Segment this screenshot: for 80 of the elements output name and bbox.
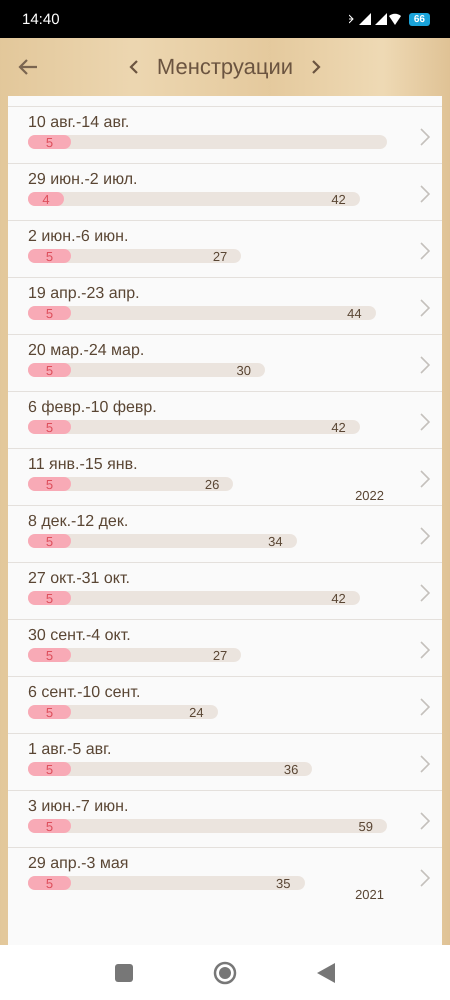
chevron-right-icon — [420, 356, 430, 374]
date-range: 6 сент.-10 сент. — [28, 684, 142, 702]
signal-icon — [348, 12, 401, 26]
cycle-length: 59 — [358, 818, 374, 834]
chevron-right-icon — [420, 755, 430, 773]
chevron-right-icon — [420, 527, 430, 545]
period-row[interactable]: 29 апр.-3 мая 5 35 2021 — [8, 847, 442, 904]
period-row[interactable]: 3 июн.-7 июн. 5 59 — [8, 790, 442, 847]
year-label: 2021 — [355, 887, 384, 902]
period-length: 5 — [46, 648, 54, 662]
date-range: 1 авг.-5 авг. — [28, 741, 112, 759]
date-range: 27 окт.-31 окт. — [28, 570, 131, 588]
status-time: 14:40 — [22, 10, 60, 28]
period-length: 4 — [42, 192, 50, 206]
screen-title: Менструации — [156, 54, 294, 80]
cycle-length: 44 — [347, 306, 363, 320]
date-range: 3 июн.-7 июн. — [28, 798, 130, 816]
cycle-length: 34 — [268, 534, 284, 548]
cycle-length: 42 — [331, 590, 347, 606]
period-row[interactable]: 19 апр.-23 апр. 5 44 — [8, 277, 442, 334]
cycle-length: 42 — [331, 192, 347, 206]
period-row[interactable]: 20 мар.-24 мар. 5 30 — [8, 334, 442, 391]
cycle-length: 35 — [276, 876, 292, 890]
period-length: 5 — [46, 590, 54, 606]
chevron-right-icon — [420, 641, 430, 659]
period-length: 5 — [46, 534, 54, 548]
period-length: 5 — [46, 248, 54, 264]
period-length: 5 — [46, 134, 54, 150]
period-row[interactable]: 6 сент.-10 сент. 5 24 — [8, 676, 442, 733]
cycle-length: 26 — [204, 476, 220, 492]
period-row[interactable]: 8 дек.-12 дек. 5 34 — [8, 505, 442, 562]
date-range: 30 сент.-4 окт. — [28, 627, 132, 645]
cycle-length: 24 — [189, 704, 205, 720]
year-label: 2022 — [355, 488, 384, 503]
chevron-right-icon — [420, 413, 430, 431]
period-length: 5 — [46, 818, 54, 834]
next-icon[interactable] — [311, 59, 322, 75]
period-row[interactable]: 11 янв.-15 янв. 5 26 2022 — [8, 448, 442, 505]
date-range: 20 мар.-24 мар. — [28, 342, 146, 360]
period-length: 5 — [46, 362, 54, 378]
date-range: 29 апр.-3 мая — [28, 855, 130, 873]
period-row[interactable]: 6 февр.-10 февр. 5 42 — [8, 391, 442, 448]
date-range: 8 дек.-12 дек. — [28, 513, 130, 531]
period-row[interactable]: 29 июн.-2 июл. 4 42 — [8, 163, 442, 220]
recent-apps-icon[interactable] — [115, 964, 133, 982]
period-length: 5 — [46, 762, 54, 776]
chevron-right-icon — [420, 470, 430, 488]
period-length: 5 — [46, 876, 54, 890]
period-row[interactable]: 2 июн.-6 июн. 5 27 — [8, 220, 442, 277]
period-length: 5 — [46, 420, 54, 434]
chevron-right-icon — [420, 698, 430, 716]
home-icon[interactable] — [213, 960, 237, 984]
date-range: 29 июн.-2 июл. — [28, 171, 138, 189]
cycle-length: 30 — [236, 362, 252, 378]
period-length: 5 — [46, 306, 54, 320]
period-row[interactable]: 30 сент.-4 окт. 5 27 — [8, 619, 442, 676]
chevron-right-icon — [420, 584, 430, 602]
period-row[interactable]: 27 окт.-31 окт. 5 42 — [8, 562, 442, 619]
period-length: 5 — [46, 704, 54, 720]
chevron-right-icon — [420, 128, 430, 146]
cycle-length: 36 — [284, 762, 300, 776]
back-icon[interactable] — [317, 962, 335, 982]
chevron-right-icon — [420, 185, 430, 203]
date-range: 11 янв.-15 янв. — [28, 456, 139, 474]
battery-level: 66 — [408, 12, 430, 26]
date-range: 6 февр.-10 февр. — [28, 399, 158, 417]
date-range: 19 апр.-23 апр. — [28, 285, 141, 303]
previous-icon[interactable] — [128, 59, 139, 75]
cycle-length: 42 — [331, 420, 347, 434]
period-length: 5 — [46, 476, 54, 492]
chevron-right-icon — [420, 242, 430, 260]
chevron-right-icon — [420, 299, 430, 317]
date-range: 10 авг.-14 авг. — [28, 114, 130, 132]
cycle-length: 27 — [212, 648, 228, 662]
chevron-right-icon — [420, 869, 430, 887]
period-row[interactable]: 1 авг.-5 авг. 5 36 — [8, 733, 442, 790]
cycle-length: 27 — [212, 248, 228, 264]
period-row[interactable]: 10 авг.-14 авг. 5 — [8, 106, 442, 163]
date-range: 2 июн.-6 июн. — [28, 228, 130, 246]
chevron-right-icon — [420, 812, 430, 830]
